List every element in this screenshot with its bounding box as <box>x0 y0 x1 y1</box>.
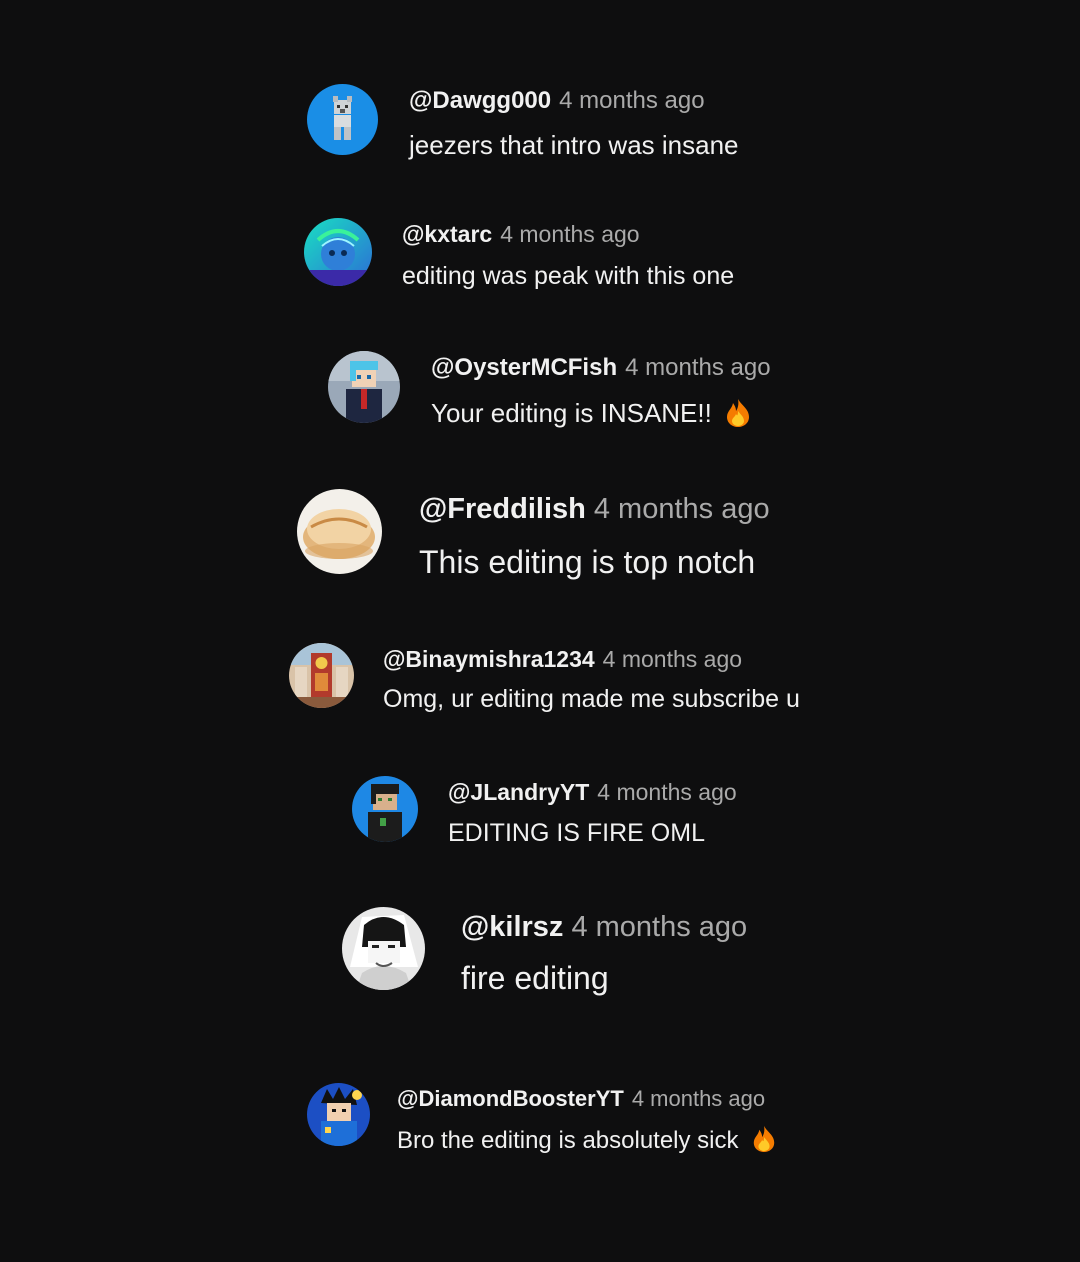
fire-icon <box>751 1125 777 1158</box>
bread-avatar[interactable] <box>297 489 382 574</box>
comment-author[interactable]: @DiamondBoosterYT <box>397 1086 624 1111</box>
minecraft-wolf-avatar[interactable] <box>307 84 378 155</box>
comment-header: @Freddilish 4 months ago <box>419 495 770 524</box>
comment-author[interactable]: @kilrsz <box>461 911 563 943</box>
shrine-avatar[interactable] <box>289 643 354 708</box>
comment-header: @DiamondBoosterYT 4 months ago <box>397 1088 765 1110</box>
fire-icon <box>724 398 752 432</box>
comments-screen: @Dawgg000 4 months ago jeezers that intro… <box>0 0 1080 1262</box>
comment-timestamp: 4 months ago <box>593 493 770 525</box>
comment-text: jeezers that intro was insane <box>409 130 739 160</box>
comment-author[interactable]: @JLandryYT <box>448 779 589 805</box>
comment-text: Your editing is INSANE!! <box>431 398 752 432</box>
comment-text: Bro the editing is absolutely sick <box>397 1125 777 1158</box>
minecraft-character-avatar[interactable] <box>352 776 418 842</box>
comment-text: This editing is top notch <box>419 544 756 580</box>
minecraft-suit-avatar[interactable] <box>328 351 400 423</box>
comment-text-content: Bro the editing is absolutely sick <box>397 1126 739 1154</box>
comment-text: editing was peak with this one <box>402 262 735 290</box>
comment-header: @JLandryYT 4 months ago <box>448 781 737 804</box>
manga-character-avatar[interactable] <box>342 907 425 990</box>
cartoon-character-avatar[interactable] <box>304 218 372 286</box>
anime-character-avatar[interactable] <box>307 1083 370 1146</box>
comment-header: @Binaymishra1234 4 months ago <box>383 648 742 671</box>
comment-author[interactable]: @Freddilish <box>419 493 586 525</box>
comment-timestamp: 4 months ago <box>597 779 737 805</box>
comment-author[interactable]: @kxtarc <box>402 221 492 247</box>
comment-header: @kxtarc 4 months ago <box>402 223 640 246</box>
comment-header: @kilrsz 4 months ago <box>461 913 747 942</box>
comment-timestamp: 4 months ago <box>625 354 771 381</box>
comment-header: @OysterMCFish 4 months ago <box>431 356 771 380</box>
comment-author[interactable]: @Dawgg000 <box>409 87 551 114</box>
comment-text: Omg, ur editing made me subscribe u <box>383 685 800 713</box>
comment-header: @Dawgg000 4 months ago <box>409 89 705 113</box>
comment-timestamp: 4 months ago <box>559 87 705 114</box>
comment-timestamp: 4 months ago <box>631 1086 766 1111</box>
comment-text-content: Your editing is INSANE!! <box>431 397 712 428</box>
comment-author[interactable]: @OysterMCFish <box>431 354 617 381</box>
comment-timestamp: 4 months ago <box>571 911 748 943</box>
comment-timestamp: 4 months ago <box>500 221 640 247</box>
comment-timestamp: 4 months ago <box>602 646 743 672</box>
comment-text: fire editing <box>461 960 609 996</box>
comment-author[interactable]: @Binaymishra1234 <box>383 646 595 672</box>
comment-text: EDITING IS FIRE OML <box>448 819 705 847</box>
